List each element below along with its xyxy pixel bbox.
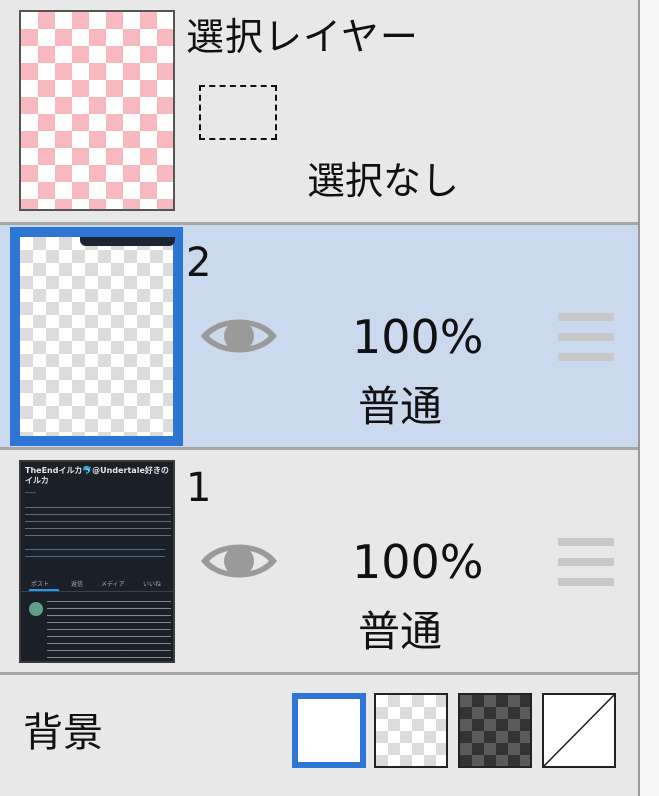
background-light-checker-swatch[interactable]	[374, 693, 448, 768]
layer-blend-mode: 普通	[358, 607, 443, 656]
drag-handle-icon[interactable]	[558, 538, 614, 586]
eye-icon[interactable]	[199, 535, 279, 587]
layer-thumbnail-1[interactable]: TheEndイルカ🐬@Undertale好きのイルカ ─── ポスト 返信 メデ…	[19, 460, 175, 663]
layer-name: 1	[186, 465, 212, 511]
thumbnail-handle-line: ───	[25, 490, 36, 497]
thumbnail-meta-text	[25, 546, 165, 560]
layer-thumbnail-2[interactable]	[10, 227, 183, 446]
layer-panel: 選択レイヤー 選択なし 2 100% 普通 1 100% 普通 TheEndイル…	[0, 0, 638, 796]
thumbnail-tab: メディア	[101, 581, 125, 588]
thumbnail-bio-text	[25, 504, 171, 540]
layer-name: 2	[186, 240, 212, 286]
selection-layer-row[interactable]: 選択レイヤー 選択なし	[0, 0, 638, 222]
thumbnail-tab: 返信	[71, 581, 84, 588]
layer-row-2[interactable]: 2 100% 普通	[0, 225, 638, 447]
drag-handle-icon[interactable]	[558, 313, 614, 361]
selection-marquee-icon	[199, 85, 277, 140]
thumbnail-stroke	[80, 237, 175, 246]
thumbnail-avatar	[29, 602, 43, 616]
background-white-swatch[interactable]	[292, 693, 366, 768]
layer-opacity: 100%	[352, 535, 484, 589]
thumbnail-tab: ポスト	[31, 581, 50, 588]
background-label: 背景	[23, 710, 103, 756]
selection-status: 選択なし	[307, 159, 460, 203]
background-none-swatch[interactable]	[542, 693, 616, 768]
thumbnail-tab: いいね	[143, 581, 162, 588]
thumbnail-post-text	[47, 598, 171, 660]
no-background-slash-icon	[544, 695, 614, 766]
selection-layer-title: 選択レイヤー	[186, 15, 419, 59]
background-dark-checker-swatch[interactable]	[458, 693, 532, 768]
thumbnail-profile-name: TheEndイルカ🐬@Undertale好きのイルカ	[25, 466, 169, 485]
selection-layer-thumbnail	[19, 10, 175, 211]
layer-opacity: 100%	[352, 310, 484, 364]
scrollbar[interactable]	[638, 0, 659, 796]
eye-icon[interactable]	[199, 310, 279, 362]
thumbnail-tab-underline	[29, 589, 59, 591]
layer-blend-mode: 普通	[358, 382, 443, 431]
